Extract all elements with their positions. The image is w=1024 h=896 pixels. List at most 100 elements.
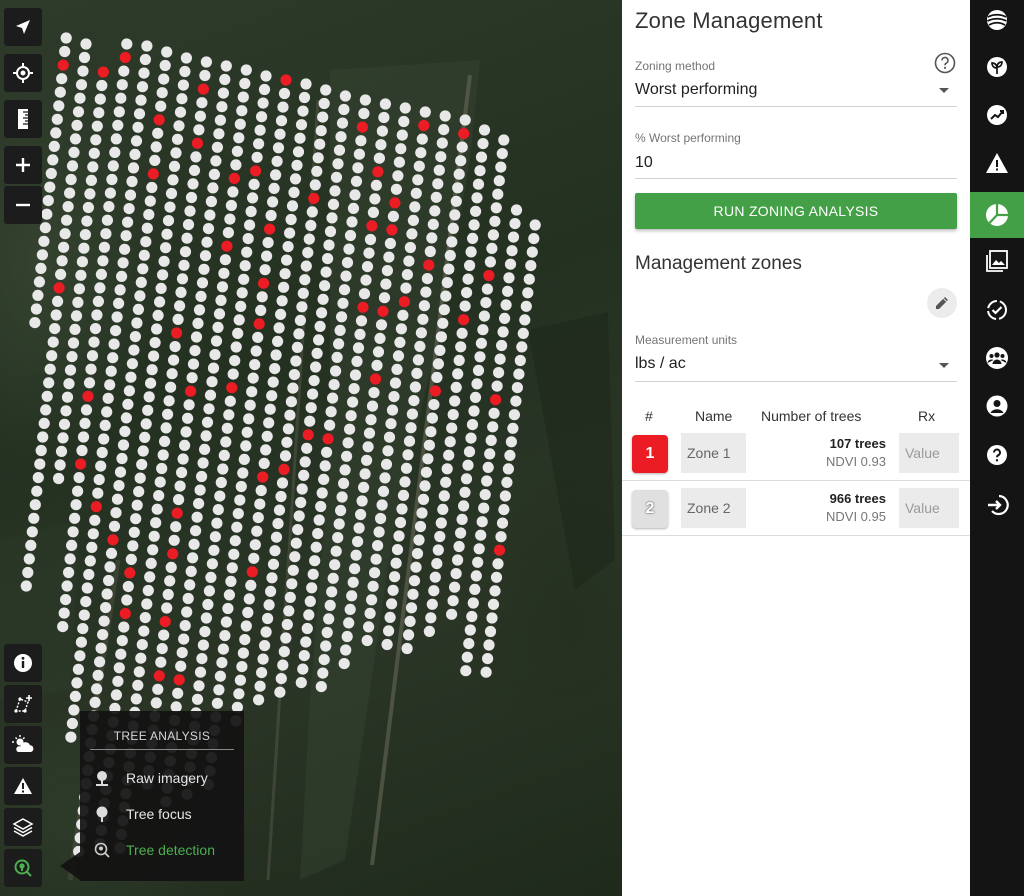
tree-dot-zone-2[interactable] (284, 227, 296, 239)
tree-dot-zone-2[interactable] (262, 237, 274, 249)
tree-dot-zone-2[interactable] (91, 683, 103, 695)
tree-dot-zone-2[interactable] (501, 476, 513, 488)
tree-dot-zone-2[interactable] (240, 440, 252, 452)
tree-dot-zone-2[interactable] (419, 106, 431, 118)
tree-dot-zone-1[interactable] (221, 240, 233, 252)
tree-dot-zone-2[interactable] (208, 544, 220, 556)
tree-dot-zone-2[interactable] (291, 341, 303, 353)
tree-dot-zone-2[interactable] (336, 311, 348, 323)
tree-dot-zone-2[interactable] (108, 520, 121, 532)
tree-dot-zone-2[interactable] (324, 599, 336, 612)
tree-dot-zone-2[interactable] (294, 132, 306, 144)
tree-dot-zone-2[interactable] (300, 260, 312, 272)
tree-dot-zone-1[interactable] (250, 165, 262, 177)
tree-dot-zone-2[interactable] (270, 531, 283, 543)
tree-dot-zone-2[interactable] (191, 693, 204, 705)
tree-dot-zone-2[interactable] (162, 588, 174, 601)
tree-dot-zone-2[interactable] (432, 544, 444, 556)
tree-dot-zone-2[interactable] (35, 444, 47, 457)
tree-dot-zone-2[interactable] (298, 91, 311, 104)
tree-dot-zone-2[interactable] (158, 255, 170, 267)
tree-dot-zone-2[interactable] (447, 222, 459, 234)
tree-dot-zone-2[interactable] (465, 432, 477, 444)
tree-dot-zone-2[interactable] (389, 571, 401, 583)
tree-dot-zone-1[interactable] (308, 192, 320, 204)
tree-dot-zone-2[interactable] (482, 653, 494, 665)
tree-dot-zone-2[interactable] (91, 120, 103, 132)
tree-dot-zone-2[interactable] (217, 463, 229, 475)
tree-dot-zone-2[interactable] (398, 115, 410, 128)
tree-dot-zone-2[interactable] (440, 476, 452, 488)
tree-dot-zone-2[interactable] (460, 473, 473, 485)
tree-dot-zone-2[interactable] (129, 331, 141, 343)
tree-dot-zone-2[interactable] (479, 489, 491, 501)
tree-dot-zone-2[interactable] (320, 266, 332, 278)
tree-dot-zone-2[interactable] (96, 79, 108, 92)
tree-dot-zone-2[interactable] (239, 260, 251, 272)
tree-dot-zone-2[interactable] (271, 155, 283, 167)
tree-dot-zone-2[interactable] (290, 537, 302, 549)
tree-dot-zone-2[interactable] (381, 265, 393, 277)
tree-dot-zone-2[interactable] (148, 350, 160, 362)
tree-dot-zone-2[interactable] (393, 156, 405, 168)
tree-dot-zone-2[interactable] (316, 487, 328, 499)
tree-dot-zone-2[interactable] (405, 602, 418, 614)
tree-dot-zone-2[interactable] (238, 453, 250, 465)
tree-dot-zone-2[interactable] (94, 656, 106, 668)
tree-dot-zone-2[interactable] (118, 621, 130, 633)
tree-dot-zone-2[interactable] (175, 660, 187, 672)
tree-dot-zone-2[interactable] (132, 303, 144, 315)
tree-dot-zone-2[interactable] (66, 539, 78, 552)
tree-dot-zone-2[interactable] (244, 219, 256, 231)
tree-dot-zone-2[interactable] (72, 296, 84, 308)
tree-dot-zone-2[interactable] (78, 609, 90, 621)
tree-dot-zone-1[interactable] (167, 548, 179, 560)
map-view[interactable]: TREE ANALYSIS Raw imagery Tree focus Tre… (0, 0, 622, 896)
tree-dot-zone-2[interactable] (156, 87, 168, 99)
tree-dot-zone-2[interactable] (475, 151, 488, 163)
tree-dot-zone-2[interactable] (360, 274, 372, 286)
tree-dot-zone-2[interactable] (206, 558, 218, 570)
tree-dot-zone-2[interactable] (168, 160, 181, 172)
tree-dot-zone-2[interactable] (467, 232, 479, 244)
tree-dot-zone-2[interactable] (68, 704, 80, 716)
tree-dot-zone-2[interactable] (78, 51, 91, 64)
tree-dot-zone-2[interactable] (470, 205, 482, 217)
tree-dot-zone-2[interactable] (407, 588, 419, 600)
tree-dot-zone-2[interactable] (231, 145, 243, 157)
tree-dot-zone-2[interactable] (316, 307, 328, 319)
tree-dot-zone-2[interactable] (217, 87, 229, 99)
tree-dot-zone-2[interactable] (221, 422, 233, 434)
tree-dot-zone-2[interactable] (436, 137, 448, 149)
tree-dot-zone-2[interactable] (362, 441, 374, 453)
tree-dot-zone-2[interactable] (116, 452, 128, 465)
tree-dot-zone-1[interactable] (228, 172, 240, 184)
tree-dot-zone-2[interactable] (321, 626, 333, 639)
tree-dot-zone-2[interactable] (200, 56, 212, 68)
tree-dot-zone-2[interactable] (396, 503, 408, 515)
tree-dot-zone-2[interactable] (374, 332, 386, 344)
tree-dot-zone-2[interactable] (159, 59, 171, 72)
tree-dot-zone-2[interactable] (142, 404, 154, 416)
tree-dot-zone-2[interactable] (74, 92, 86, 104)
tree-dot-zone-2[interactable] (365, 414, 377, 426)
tree-dot-zone-2[interactable] (60, 32, 72, 44)
tree-dot-zone-2[interactable] (146, 181, 158, 194)
tree-dot-zone-2[interactable] (288, 369, 300, 381)
tree-dot-zone-2[interactable] (161, 602, 173, 614)
tree-dot-zone-2[interactable] (34, 458, 46, 470)
tree-dot-zone-2[interactable] (110, 689, 122, 701)
tree-dot-zone-2[interactable] (85, 363, 97, 375)
tree-dot-zone-2[interactable] (474, 351, 486, 363)
tree-dot-zone-2[interactable] (413, 534, 425, 546)
tree-dot-zone-2[interactable] (77, 65, 89, 77)
tree-dot-zone-2[interactable] (307, 388, 319, 400)
tree-dot-zone-2[interactable] (435, 517, 447, 529)
tree-dot-zone-2[interactable] (402, 449, 414, 461)
tree-dot-zone-2[interactable] (364, 607, 376, 620)
tree-dot-zone-2[interactable] (190, 331, 203, 343)
tree-dot-zone-2[interactable] (437, 503, 449, 515)
tree-dot-zone-2[interactable] (293, 328, 305, 340)
tree-dot-zone-2[interactable] (355, 135, 367, 147)
tree-dot-zone-2[interactable] (168, 534, 180, 546)
